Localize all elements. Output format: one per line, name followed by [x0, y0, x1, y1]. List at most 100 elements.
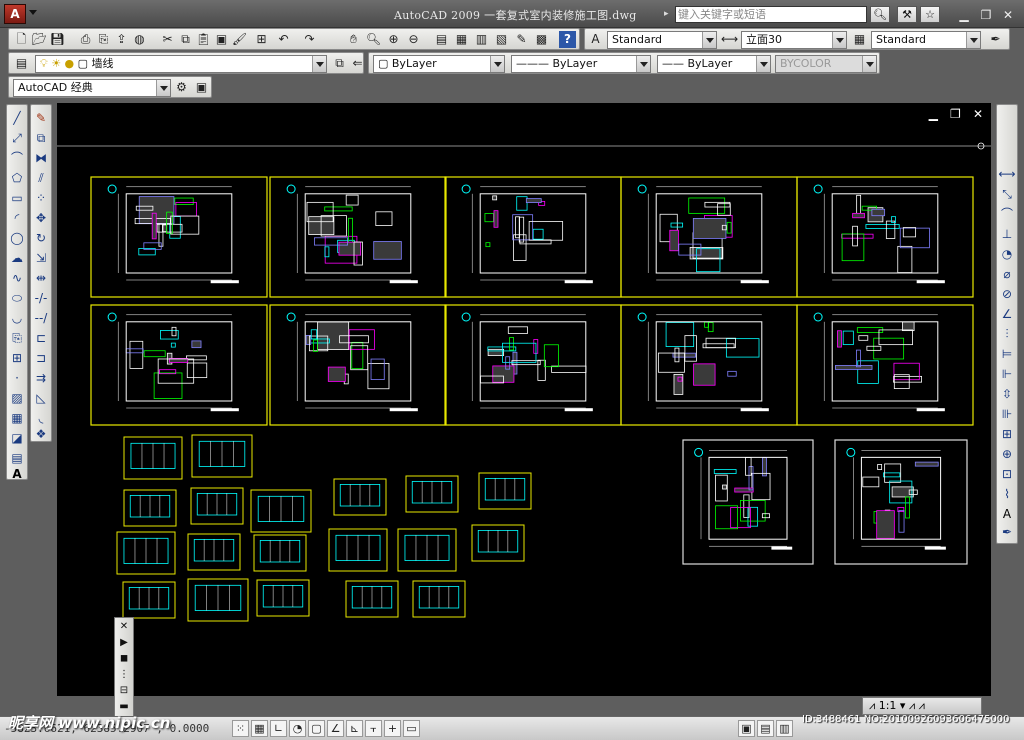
model-space-canvas[interactable]: ▁ ❐ ✕ [57, 103, 991, 696]
elevation-sheet[interactable] [253, 534, 307, 572]
region-icon[interactable]: ◪ [8, 429, 26, 447]
chevron-down-icon[interactable] [156, 80, 170, 96]
insert-block-icon[interactable]: ⎘ [8, 329, 26, 347]
chevron-down-icon[interactable] [636, 56, 650, 72]
play-icon[interactable]: ▶ [117, 636, 131, 650]
layout-icon[interactable]: ▤ [757, 720, 774, 737]
object-snap-icon[interactable]: ▢ [308, 720, 325, 737]
table-style-select[interactable]: Standard [871, 31, 981, 49]
annotation-scale-select[interactable]: ⩘ 1:1 ▾ ⩘ ⩘ [862, 697, 982, 715]
zoom-realtime-icon[interactable]: 🔍︎ [365, 31, 382, 48]
elevation-sheet[interactable] [190, 487, 244, 525]
search-icon[interactable]: 🔍︎ [870, 6, 890, 23]
new-file-icon[interactable]: 🗋 [13, 31, 30, 48]
match-properties-icon[interactable]: 🖌︎ [231, 31, 248, 48]
communication-center-icon[interactable]: ⚒ [897, 6, 917, 23]
paste-block-icon[interactable]: ▣ [213, 31, 230, 48]
quick-dimension-icon[interactable]: ⫶ [998, 325, 1016, 343]
elevation-sheet[interactable] [478, 472, 532, 510]
chevron-down-icon[interactable] [312, 56, 326, 72]
dimension-space-icon[interactable]: ⇳ [998, 385, 1016, 403]
jogged-icon[interactable]: ⌀ [998, 265, 1016, 283]
more-icon[interactable]: ⋮ [117, 668, 131, 682]
make-current-layer-icon[interactable]: ⧉ [331, 55, 348, 72]
baseline-icon[interactable]: ⊨ [998, 345, 1016, 363]
elevation-sheet[interactable] [412, 580, 466, 618]
rotate-icon[interactable]: ↻ [32, 229, 50, 247]
elevation-sheet[interactable] [123, 489, 177, 527]
arc-icon[interactable]: ◜ [8, 209, 26, 227]
rectangle-icon[interactable]: ▭ [8, 189, 26, 207]
elevation-sheet[interactable] [328, 528, 388, 572]
chevron-down-icon[interactable] [29, 10, 37, 15]
pan-icon[interactable]: ✋︎ [345, 31, 362, 48]
chevron-down-icon[interactable] [966, 32, 980, 48]
quick-view-icon[interactable]: ▥ [776, 720, 793, 737]
plan-sheet[interactable] [269, 304, 447, 426]
quickcalc-icon[interactable]: ▩ [533, 31, 550, 48]
mirror-icon[interactable]: ⧓ [32, 149, 50, 167]
restore-drawing-icon[interactable]: ❐ [950, 107, 961, 121]
design-center-icon[interactable]: ▦ [453, 31, 470, 48]
close-drawing-icon[interactable]: ✕ [973, 107, 983, 121]
linear-dimension-icon[interactable]: ⟷ [998, 165, 1016, 183]
angular-icon[interactable]: ∠ [998, 305, 1016, 323]
print-icon[interactable]: ⎙ [77, 31, 94, 48]
linetype-select[interactable]: ——— ByLayer [511, 55, 651, 73]
options-icon[interactable]: ⊟ [117, 684, 131, 698]
model-space-icon[interactable]: ▣ [738, 720, 755, 737]
aligned-dimension-icon[interactable]: ⤡ [998, 185, 1016, 203]
dim-style-select[interactable]: 立面30 [741, 31, 847, 49]
zoom-window-icon[interactable]: ⊕ [385, 31, 402, 48]
break-icon[interactable]: ⊐ [32, 349, 50, 367]
radius-icon[interactable]: ◔ [998, 245, 1016, 263]
record-icon[interactable]: ◼ [117, 652, 131, 666]
object-snap-tracking-icon[interactable]: ∠ [327, 720, 344, 737]
move-icon[interactable]: ✥ [32, 209, 50, 227]
quick-properties-icon[interactable]: ▭ [403, 720, 420, 737]
chamfer-icon[interactable]: ◺ [32, 389, 50, 407]
plan-sheet[interactable] [269, 176, 447, 298]
elevation-sheet[interactable] [397, 528, 457, 572]
ortho-mode-icon[interactable]: ∟ [270, 720, 287, 737]
save-icon[interactable]: 💾︎ [49, 31, 66, 48]
offset-icon[interactable]: ⫽ [32, 169, 50, 187]
paste-icon[interactable]: 📋︎ [195, 31, 212, 48]
erase-icon[interactable]: ✎ [32, 109, 50, 127]
cut-icon[interactable]: ✂ [159, 31, 176, 48]
print-preview-icon[interactable]: ⎘ [95, 31, 112, 48]
plan-sheet[interactable] [90, 304, 268, 426]
ordinate-icon[interactable]: ⊥ [998, 225, 1016, 243]
copy-object-icon[interactable]: ⧉ [32, 129, 50, 147]
grid-display-icon[interactable]: ▦ [251, 720, 268, 737]
make-block-icon[interactable]: ⊞ [8, 349, 26, 367]
plan-sheet[interactable] [682, 439, 814, 565]
elevation-sheet[interactable] [191, 434, 253, 478]
expand-arrow-icon[interactable]: ▸ [664, 9, 669, 19]
elevation-sheet[interactable] [405, 475, 459, 513]
publish-icon[interactable]: ⇪ [113, 31, 130, 48]
help-icon[interactable]: ? [559, 31, 576, 48]
polar-tracking-icon[interactable]: ◔ [289, 720, 306, 737]
arc-length-icon[interactable]: ⌒ [998, 205, 1016, 223]
table-style-icon[interactable]: ▦ [851, 31, 868, 48]
tolerance-icon[interactable]: ⊞ [998, 425, 1016, 443]
minimize-drawing-icon[interactable]: ▁ [929, 107, 938, 121]
dim-style-icon[interactable]: ⟷ [721, 31, 738, 48]
properties-icon[interactable]: ▤ [433, 31, 450, 48]
zoom-previous-icon[interactable]: ⊖ [405, 31, 422, 48]
open-folder-icon[interactable]: 📂︎ [31, 31, 48, 48]
ellipse-icon[interactable]: ⬭ [8, 289, 26, 307]
hatch-icon[interactable]: ▨ [8, 389, 26, 407]
polyline-icon[interactable]: ⌒ [8, 149, 26, 167]
scale-icon[interactable]: ⇲ [32, 249, 50, 267]
plan-sheet[interactable] [444, 304, 622, 426]
construction-line-icon[interactable]: ⤢ [8, 129, 26, 147]
dimension-edit-icon[interactable]: A [998, 505, 1016, 523]
multileader-style-icon[interactable]: ✒ [987, 31, 1004, 48]
plan-sheet[interactable] [620, 176, 798, 298]
workspace-save-icon[interactable]: ▣ [193, 79, 210, 96]
elevation-sheet[interactable] [187, 578, 249, 622]
chevron-down-icon[interactable] [756, 56, 770, 72]
annotation-visibility-icon[interactable]: ⩘ [909, 699, 915, 712]
